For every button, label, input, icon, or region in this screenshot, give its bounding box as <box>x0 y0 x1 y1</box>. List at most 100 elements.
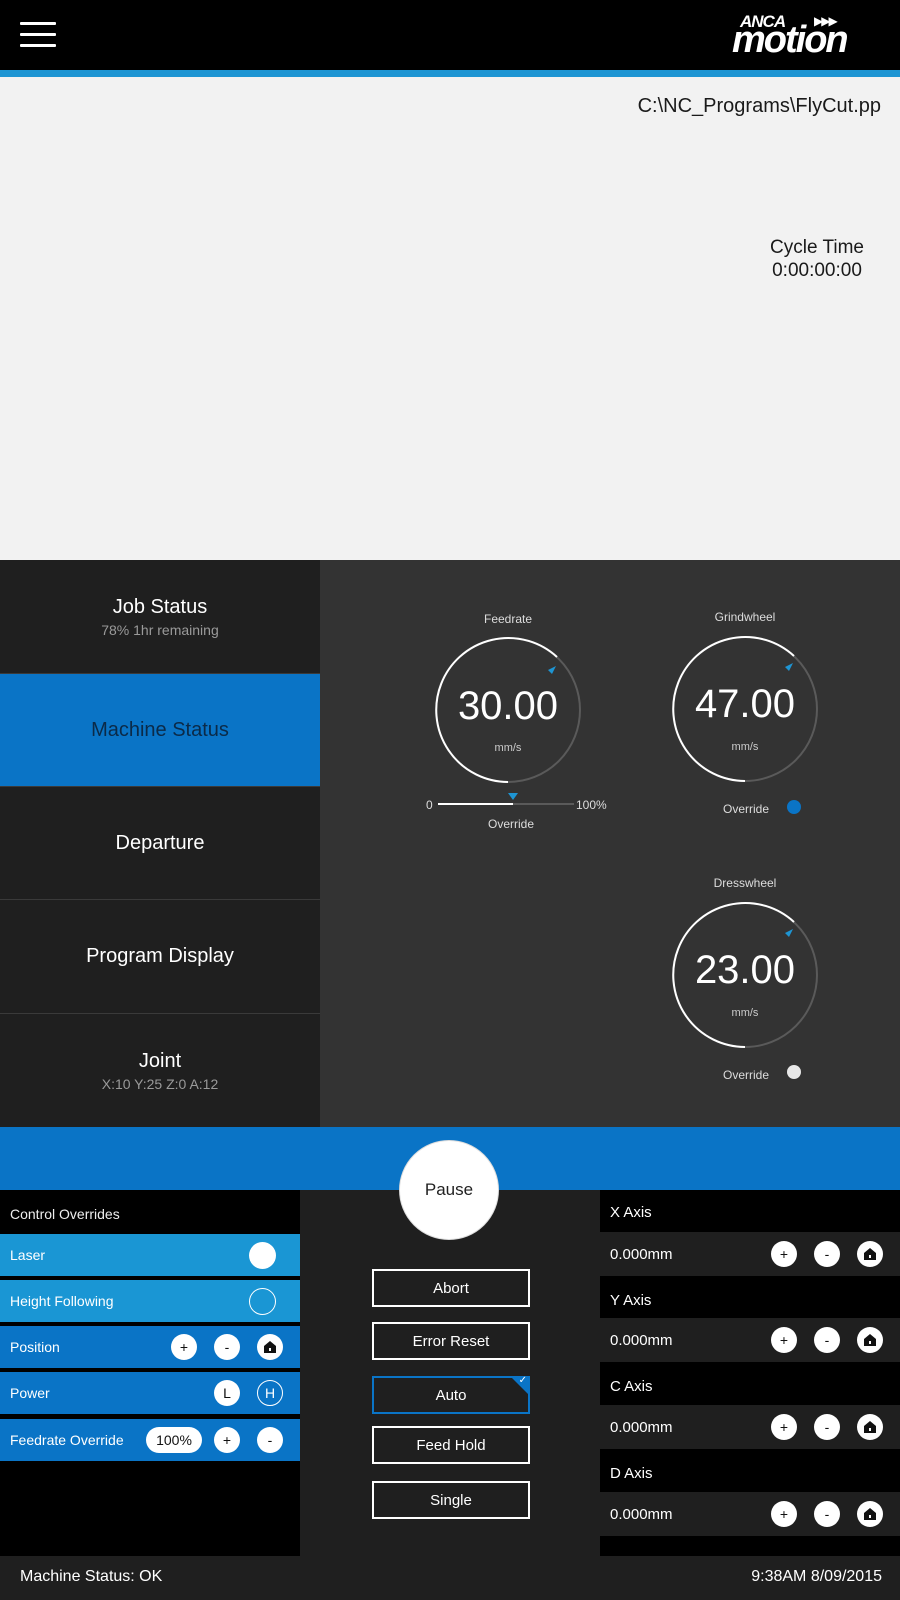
datetime-text: 9:38AM 8/09/2015 <box>751 1568 882 1585</box>
check-icon: ✓ <box>518 1375 527 1386</box>
x-axis-plus-button[interactable]: + <box>771 1241 797 1267</box>
c-axis-value: 0.000mm <box>610 1418 673 1436</box>
feed-hold-button[interactable]: Feed Hold <box>372 1426 530 1464</box>
c-axis-home-button[interactable] <box>857 1414 883 1440</box>
feedrate-slider-thumb[interactable] <box>507 793 518 800</box>
nav-item-subtitle: X:10 Y:25 Z:0 A:12 <box>101 1075 219 1092</box>
grindwheel-override-label: Override <box>723 802 770 816</box>
nav-item-title: Joint <box>138 1049 182 1072</box>
position-label: Position <box>10 1339 60 1355</box>
machine-status-gauges: Feedrate 30.00 mm/s 0 100% Override Grin… <box>320 560 900 1127</box>
feedrate-slider-fill <box>438 803 513 805</box>
app-header: ANCA ▶▶▶ motion <box>0 0 900 70</box>
cycle-time: Cycle Time 0:00:00:00 <box>770 236 864 282</box>
feedrate-unit: mm/s <box>494 742 522 754</box>
home-icon <box>864 1421 876 1433</box>
y-axis-minus-button[interactable]: - <box>814 1327 840 1353</box>
position-home-button[interactable] <box>257 1334 283 1360</box>
dresswheel-title: Dresswheel <box>713 876 777 890</box>
x-axis-value: 0.000mm <box>610 1245 673 1263</box>
dresswheel-override-label: Override <box>723 1068 770 1082</box>
y-axis-title: Y Axis <box>610 1292 652 1309</box>
d-axis-title: D Axis <box>610 1465 653 1482</box>
home-icon <box>864 1334 876 1346</box>
nav-item-joint[interactable]: Joint X:10 Y:25 Z:0 A:12 <box>0 1014 320 1127</box>
single-button[interactable]: Single <box>372 1481 530 1519</box>
machine-status-text: Machine Status: OK <box>20 1568 163 1585</box>
nav-item-title: Job Status <box>112 595 208 618</box>
feedrate-title: Feedrate <box>483 612 533 626</box>
feedrate-slider-max: 100% <box>576 798 607 812</box>
nav-item-title: Machine Status <box>91 718 229 741</box>
y-axis-home-button[interactable] <box>857 1327 883 1353</box>
position-row: Position + - <box>0 1326 300 1368</box>
grindwheel-value: 47.00 <box>694 682 796 726</box>
x-axis-row: 0.000mm + - <box>600 1232 900 1276</box>
feedrate-slider-min: 0 <box>426 798 433 812</box>
laser-toggle[interactable] <box>249 1241 276 1269</box>
feedrate-minus-button[interactable]: - <box>257 1427 283 1453</box>
power-high-button[interactable]: H <box>257 1380 283 1406</box>
feedrate-plus-button[interactable]: + <box>214 1427 240 1453</box>
x-axis-minus-button[interactable]: - <box>814 1241 840 1267</box>
machine-controls-panel: Abort Error Reset Auto ✓ Feed Hold Singl… <box>300 1190 600 1556</box>
grindwheel-unit: mm/s <box>731 741 759 753</box>
d-axis-row: 0.000mm + - <box>600 1492 900 1536</box>
x-axis-home-button[interactable] <box>857 1241 883 1267</box>
c-axis-title: C Axis <box>610 1378 653 1395</box>
d-axis-plus-button[interactable]: + <box>771 1501 797 1527</box>
home-icon <box>264 1341 276 1353</box>
dresswheel-override-toggle[interactable] <box>787 1065 801 1079</box>
d-axis-value: 0.000mm <box>610 1505 673 1523</box>
pause-button[interactable]: Pause <box>399 1140 499 1240</box>
height-following-toggle[interactable] <box>249 1287 276 1315</box>
nav-item-program-display[interactable]: Program Display <box>0 900 320 1014</box>
feedrate-override-slider[interactable] <box>438 793 574 805</box>
dresswheel-unit: mm/s <box>731 1007 759 1019</box>
laser-row: Laser <box>0 1234 300 1276</box>
power-label: Power <box>10 1385 50 1401</box>
grindwheel-title: Grindwheel <box>714 610 776 624</box>
side-nav: Job Status 78% 1hr remaining Machine Sta… <box>0 560 320 1127</box>
feedrate-override-label: Feedrate Override <box>10 1432 124 1448</box>
power-row: Power L H <box>0 1372 300 1414</box>
height-following-row: Height Following <box>0 1280 300 1322</box>
feedrate-value: 30.00 <box>457 684 559 728</box>
y-axis-row: 0.000mm + - <box>600 1318 900 1362</box>
c-axis-plus-button[interactable]: + <box>771 1414 797 1440</box>
nav-item-subtitle: 78% 1hr remaining <box>101 621 219 638</box>
logo-motion-text: motion <box>732 19 849 61</box>
program-preview-area: C:\NC_Programs\FlyCut.pp Cycle Time 0:00… <box>0 77 900 560</box>
grindwheel-override-toggle[interactable] <box>787 800 801 814</box>
menu-icon[interactable] <box>20 22 56 48</box>
height-following-label: Height Following <box>10 1293 114 1309</box>
error-reset-button[interactable]: Error Reset <box>372 1322 530 1360</box>
laser-label: Laser <box>10 1247 46 1263</box>
abort-button[interactable]: Abort <box>372 1269 530 1307</box>
nav-item-departure[interactable]: Departure <box>0 787 320 900</box>
program-path: C:\NC_Programs\FlyCut.pp <box>637 95 881 117</box>
header-accent-bar <box>0 70 900 77</box>
anca-motion-logo: ANCA ▶▶▶ motion <box>732 10 882 61</box>
cycle-time-label: Cycle Time <box>770 237 864 258</box>
nav-item-job-status[interactable]: Job Status 78% 1hr remaining <box>0 560 320 674</box>
d-axis-home-button[interactable] <box>857 1501 883 1527</box>
c-axis-minus-button[interactable]: - <box>814 1414 840 1440</box>
nav-item-title: Departure <box>115 831 205 854</box>
auto-button[interactable]: Auto ✓ <box>372 1375 530 1414</box>
d-axis-minus-button[interactable]: - <box>814 1501 840 1527</box>
feedrate-override-row: Feedrate Override 100% + - <box>0 1419 300 1461</box>
dresswheel-value: 23.00 <box>694 948 796 992</box>
home-icon <box>864 1508 876 1520</box>
control-overrides-title: Control Overrides <box>10 1206 120 1222</box>
y-axis-value: 0.000mm <box>610 1331 673 1349</box>
position-minus-button[interactable]: - <box>214 1334 240 1360</box>
y-axis-plus-button[interactable]: + <box>771 1327 797 1353</box>
nav-item-title: Program Display <box>86 945 234 967</box>
cycle-time-value: 0:00:00:00 <box>772 260 862 281</box>
feedrate-override-value[interactable]: 100% <box>146 1427 202 1453</box>
position-plus-button[interactable]: + <box>171 1334 197 1360</box>
power-low-button[interactable]: L <box>214 1380 240 1406</box>
auto-label: Auto <box>435 1386 467 1404</box>
nav-item-machine-status[interactable]: Machine Status <box>0 674 320 787</box>
